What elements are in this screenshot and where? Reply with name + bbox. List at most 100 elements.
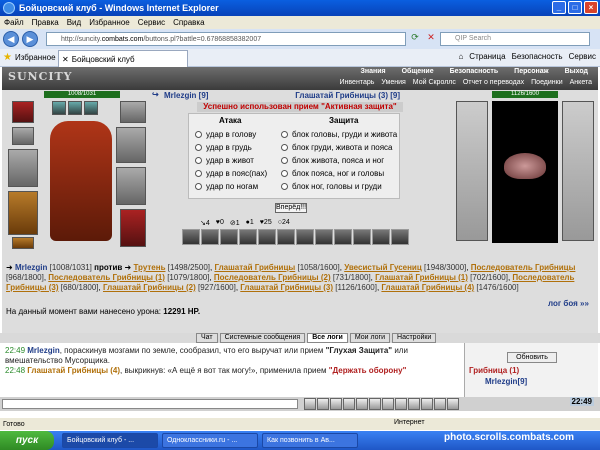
menu-file[interactable]: Файл [4, 18, 24, 27]
earrings-slot[interactable] [120, 101, 146, 123]
skill-icon[interactable] [334, 229, 352, 245]
taskbar-item[interactable]: Одноклассники.ru - ... [162, 433, 258, 448]
tab-my-logs[interactable]: Мои логи [349, 333, 391, 343]
menu-tools[interactable]: Сервис [138, 18, 165, 27]
skill-icon[interactable] [182, 229, 200, 245]
taskbar-item[interactable]: Как позвонить в Ав... [262, 433, 358, 448]
gloves-slot[interactable] [12, 127, 34, 145]
nav-exit[interactable]: Выход [559, 68, 594, 75]
tool-icon[interactable] [369, 398, 381, 410]
chat-author[interactable]: Mrlezgin [27, 346, 59, 355]
enemy-name[interactable]: Глашатай Грибницы (3) [9] [295, 91, 400, 100]
home-icon[interactable]: ⌂ [458, 52, 463, 61]
enemy-link[interactable]: Глашатай Грибницы [214, 263, 295, 272]
belt-slot[interactable] [12, 237, 34, 249]
chat-author[interactable]: Глашатай Грибницы (4) [27, 366, 120, 375]
nav-security[interactable]: Безопасность [444, 68, 505, 75]
attack-option-waist[interactable]: удар в пояс(пах) [195, 169, 267, 178]
weapon-slot[interactable] [8, 149, 38, 187]
skill-icon[interactable] [220, 229, 238, 245]
tool-icon[interactable] [343, 398, 355, 410]
refresh-button[interactable]: Обновить [507, 352, 557, 363]
nav-fights[interactable]: Поединки [529, 79, 565, 86]
enemy-link[interactable]: Последователь Грибницы (2) [214, 273, 331, 282]
skill-icon[interactable] [391, 229, 409, 245]
favorites-button[interactable]: ★ Избранное [3, 52, 56, 63]
defense-option-5[interactable]: блок ног, головы и груди [281, 182, 382, 191]
search-input[interactable]: QIP Search [440, 32, 590, 46]
tools-menu[interactable]: Сервис [569, 52, 596, 61]
attack-option-belly[interactable]: удар в живот [195, 156, 254, 165]
enemy-link[interactable]: Глашатай Грибницы (3) [240, 283, 333, 292]
chat-input[interactable] [2, 399, 298, 409]
enemy-link[interactable]: Последователь Грибницы (1) [48, 273, 165, 282]
attack-option-head[interactable]: удар в голову [195, 130, 256, 139]
ring-slot-3[interactable] [84, 101, 98, 115]
tool-icon[interactable] [330, 398, 342, 410]
tool-icon[interactable] [421, 398, 433, 410]
tab-settings[interactable]: Настройки [392, 333, 437, 343]
skill-icon[interactable] [258, 229, 276, 245]
tab-all-logs[interactable]: Все логи [307, 333, 348, 343]
maximize-button[interactable]: □ [568, 1, 582, 14]
nav-inventory[interactable]: Инвентарь [338, 79, 377, 86]
shield-slot[interactable] [116, 167, 146, 205]
skill-icon[interactable] [277, 229, 295, 245]
ring-slot-1[interactable] [52, 101, 66, 115]
menu-edit[interactable]: Правка [32, 18, 59, 27]
enemy-link[interactable]: Увесистый Гусениц [344, 263, 422, 272]
defense-option-2[interactable]: блок груди, живота и пояса [281, 143, 393, 152]
tool-icon[interactable] [408, 398, 420, 410]
enemy-link[interactable]: Глашатай Грибницы (4) [381, 283, 474, 292]
armor-slot[interactable] [8, 191, 38, 235]
enemy-link[interactable]: Последователь Грибницы [471, 263, 576, 272]
skill-icon[interactable] [315, 229, 333, 245]
player-name[interactable]: Mrlezgin [9] [164, 91, 208, 100]
tool-icon[interactable] [356, 398, 368, 410]
taskbar-item[interactable]: Бойцовский клуб - ... [62, 433, 158, 448]
back-button[interactable]: ◀ [3, 31, 19, 47]
start-button[interactable]: пуск [0, 431, 54, 450]
refresh-icon[interactable]: ⟳ [408, 32, 422, 46]
menu-view[interactable]: Вид [67, 18, 81, 27]
nav-transfers[interactable]: Отчет о переводах [461, 79, 526, 86]
attack-option-chest[interactable]: удар в грудь [195, 143, 252, 152]
nav-scrolls[interactable]: Мой Скроллс [411, 79, 458, 86]
helmet-slot[interactable] [12, 101, 34, 123]
tool-icon[interactable] [434, 398, 446, 410]
tool-icon[interactable] [395, 398, 407, 410]
enemy-link[interactable]: Глашатай Грибницы (1) [375, 273, 468, 282]
browser-tab[interactable]: ✕ Бойцовский клуб [58, 50, 188, 67]
nav-profile[interactable]: Анкета [568, 79, 594, 86]
skill-icon[interactable] [372, 229, 390, 245]
page-menu[interactable]: Страница [469, 52, 505, 61]
close-button[interactable]: × [584, 1, 598, 14]
tool-icon[interactable] [304, 398, 316, 410]
tab-chat[interactable]: Чат [196, 333, 218, 343]
defense-option-4[interactable]: блок пояса, ног и головы [281, 169, 384, 178]
forward-button[interactable]: ▶ [22, 31, 38, 47]
skill-icon[interactable] [239, 229, 257, 245]
nav-character[interactable]: Персонаж [508, 68, 554, 75]
defense-option-3[interactable]: блок живота, пояса и ног [281, 156, 384, 165]
enemy-link[interactable]: Глашатай Грибницы (2) [103, 283, 196, 292]
menu-help[interactable]: Справка [173, 18, 204, 27]
address-bar[interactable]: http://suncity. combats.com/buttons.pl?ba… [46, 32, 406, 46]
attack-option-legs[interactable]: удар по ногам [195, 182, 258, 191]
ring-slot-2[interactable] [68, 101, 82, 115]
tool-icon[interactable] [317, 398, 329, 410]
enemy-link[interactable]: Трутень [133, 263, 165, 272]
stop-icon[interactable]: ✕ [424, 32, 438, 46]
menu-favorites[interactable]: Избранное [89, 18, 130, 27]
tool-icon[interactable] [447, 398, 459, 410]
skill-icon[interactable] [353, 229, 371, 245]
skill-icon[interactable] [296, 229, 314, 245]
nav-knowledge[interactable]: Знания [354, 68, 391, 75]
tool-icon[interactable] [382, 398, 394, 410]
fight-log-link[interactable]: лог боя »» [548, 299, 589, 308]
nav-skills[interactable]: Умения [379, 79, 407, 86]
minimize-button[interactable]: _ [552, 1, 566, 14]
boots-slot[interactable] [120, 209, 146, 247]
group-member[interactable]: Mrlezgin[9] [485, 377, 527, 386]
amulet-slot[interactable] [116, 127, 146, 163]
